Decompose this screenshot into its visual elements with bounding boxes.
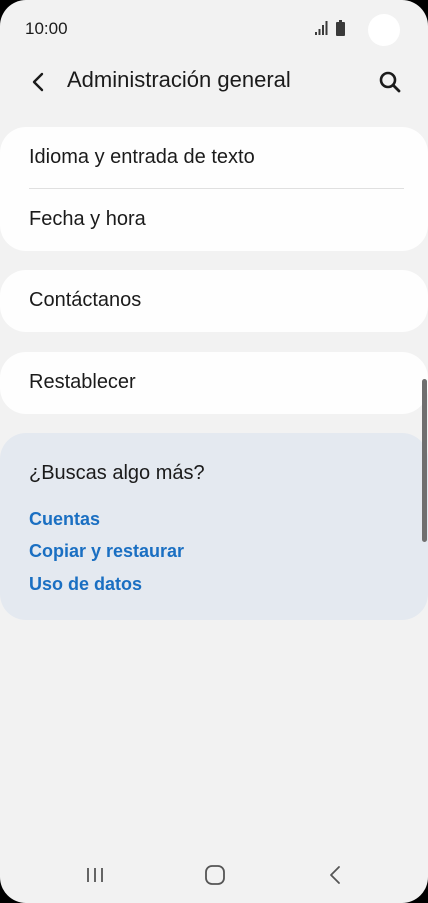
status-bar: 10:00 bbox=[0, 0, 428, 60]
search-icon[interactable] bbox=[374, 66, 406, 98]
menu-item-reset[interactable]: Restablecer bbox=[0, 352, 428, 414]
home-icon[interactable] bbox=[195, 860, 235, 890]
app-bar: Administración general bbox=[0, 60, 428, 105]
menu-item-label: Restablecer bbox=[29, 371, 136, 393]
menu-item-language-input[interactable]: Idioma y entrada de texto bbox=[0, 127, 428, 189]
suggestions-title: ¿Buscas algo más? bbox=[29, 462, 205, 484]
menu-item-label: Fecha y hora bbox=[29, 208, 146, 230]
settings-card-language-date: Idioma y entrada de texto Fecha y hora bbox=[0, 127, 428, 251]
camera-cutout bbox=[368, 14, 400, 46]
suggestion-link-data-usage[interactable]: Uso de datos bbox=[29, 574, 142, 595]
phone-screen: 10:00 Administración general Idioma y en… bbox=[0, 0, 428, 903]
settings-card-reset: Restablecer bbox=[0, 352, 428, 414]
page-title: Administración general bbox=[67, 67, 291, 92]
menu-item-date-time[interactable]: Fecha y hora bbox=[0, 189, 428, 251]
recent-apps-icon[interactable] bbox=[75, 860, 115, 890]
navigation-bar bbox=[0, 850, 428, 903]
status-time: 10:00 bbox=[25, 19, 68, 38]
suggestion-link-accounts[interactable]: Cuentas bbox=[29, 509, 100, 530]
suggestion-link-backup-restore[interactable]: Copiar y restaurar bbox=[29, 541, 184, 562]
menu-item-label: Idioma y entrada de texto bbox=[29, 146, 255, 168]
battery-icon bbox=[336, 20, 345, 36]
menu-item-label: Contáctanos bbox=[29, 289, 142, 311]
back-arrow-icon[interactable] bbox=[22, 66, 54, 98]
menu-item-contact-us[interactable]: Contáctanos bbox=[0, 270, 428, 332]
back-icon[interactable] bbox=[315, 860, 355, 890]
settings-card-contact: Contáctanos bbox=[0, 270, 428, 332]
signal-icon bbox=[315, 21, 328, 35]
scrollbar[interactable] bbox=[422, 379, 427, 542]
suggestions-card: ¿Buscas algo más? Cuentas Copiar y resta… bbox=[0, 433, 428, 620]
